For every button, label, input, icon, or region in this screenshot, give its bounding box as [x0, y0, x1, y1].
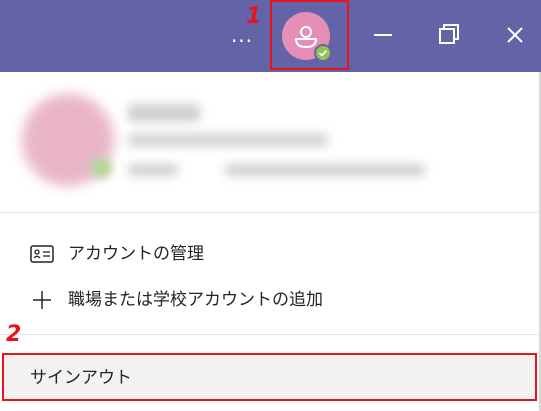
profile-section	[0, 72, 539, 213]
annotation-highlight-avatar	[270, 0, 349, 70]
minimize-button[interactable]	[360, 12, 406, 58]
annotation-number-2: 2	[6, 322, 22, 347]
blurred-name	[128, 104, 200, 122]
id-card-icon	[30, 245, 54, 263]
close-button[interactable]	[492, 12, 538, 58]
sign-out-label: サインアウト	[30, 368, 132, 388]
restore-icon	[439, 24, 459, 44]
sign-out-button[interactable]: サインアウト	[2, 353, 537, 401]
restore-button[interactable]	[426, 12, 472, 58]
manage-account-label: アカウントの管理	[68, 244, 204, 264]
close-icon	[507, 27, 523, 43]
manage-account-item[interactable]: アカウントの管理	[0, 234, 539, 274]
blurred-status	[128, 164, 178, 176]
plus-icon	[33, 291, 51, 309]
minimize-icon	[374, 34, 392, 36]
add-account-item[interactable]: 職場または学校アカウントの追加	[0, 280, 539, 320]
annotation-number-1: 1	[246, 4, 262, 29]
blurred-email	[128, 134, 328, 146]
profile-status-blurred	[90, 157, 112, 179]
menu-divider	[0, 334, 539, 335]
add-account-label: 職場または学校アカウントの追加	[68, 290, 323, 310]
blurred-status-message	[225, 164, 425, 176]
